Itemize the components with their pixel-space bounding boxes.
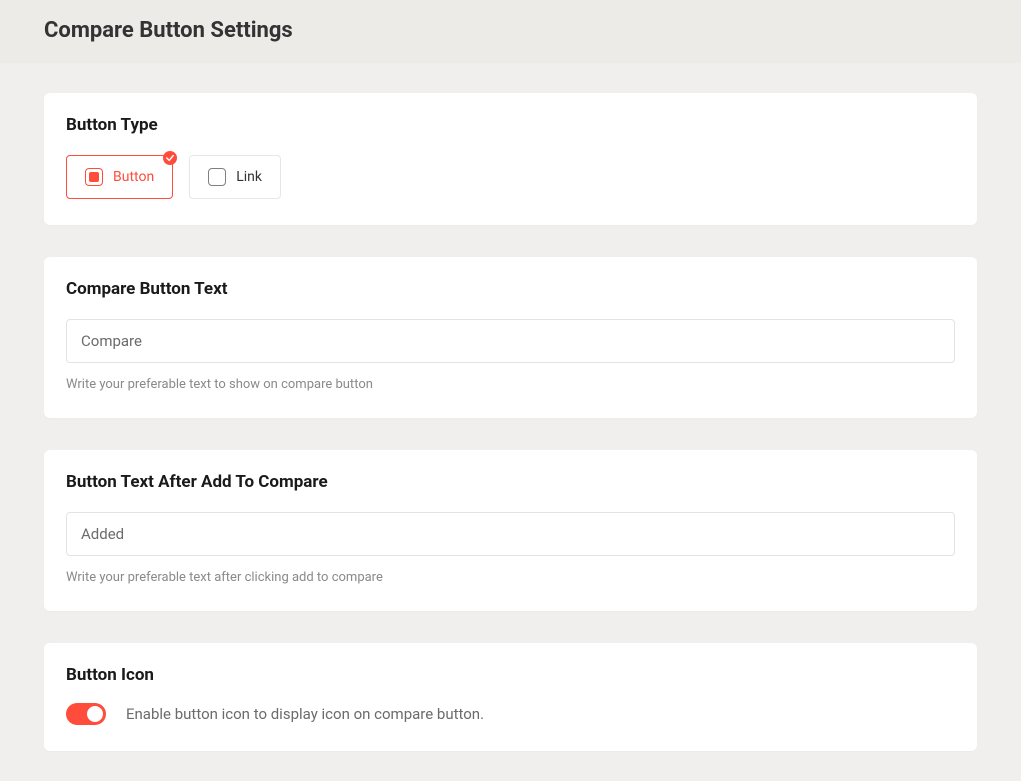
card-after-add-text: Button Text After Add To Compare Write y… bbox=[44, 450, 977, 611]
check-badge-icon bbox=[163, 151, 177, 165]
page-header: Compare Button Settings bbox=[0, 0, 1021, 63]
page-title: Compare Button Settings bbox=[44, 18, 977, 43]
card-button-type: Button Type Button Link bbox=[44, 93, 977, 225]
checkbox-icon bbox=[208, 168, 226, 186]
option-label: Link bbox=[236, 169, 262, 185]
card-title: Compare Button Text bbox=[66, 279, 955, 299]
helper-text: Write your preferable text to show on co… bbox=[66, 377, 955, 392]
card-compare-text: Compare Button Text Write your preferabl… bbox=[44, 257, 977, 418]
content-area: Button Type Button Link Compare Button T… bbox=[0, 63, 1021, 781]
after-add-text-input[interactable] bbox=[66, 512, 955, 556]
card-title: Button Type bbox=[66, 115, 955, 135]
checkbox-icon bbox=[85, 168, 103, 186]
option-label: Button bbox=[113, 169, 154, 185]
card-button-icon: Button Icon Enable button icon to displa… bbox=[44, 643, 977, 751]
button-icon-toggle[interactable] bbox=[66, 703, 106, 725]
button-type-options: Button Link bbox=[66, 155, 955, 199]
card-title: Button Icon bbox=[66, 665, 955, 685]
card-title: Button Text After Add To Compare bbox=[66, 472, 955, 492]
option-button[interactable]: Button bbox=[66, 155, 173, 199]
compare-text-input[interactable] bbox=[66, 319, 955, 363]
toggle-knob bbox=[87, 706, 103, 722]
toggle-description: Enable button icon to display icon on co… bbox=[126, 705, 484, 723]
option-link[interactable]: Link bbox=[189, 155, 281, 199]
helper-text: Write your preferable text after clickin… bbox=[66, 570, 955, 585]
button-icon-toggle-row: Enable button icon to display icon on co… bbox=[66, 703, 955, 725]
